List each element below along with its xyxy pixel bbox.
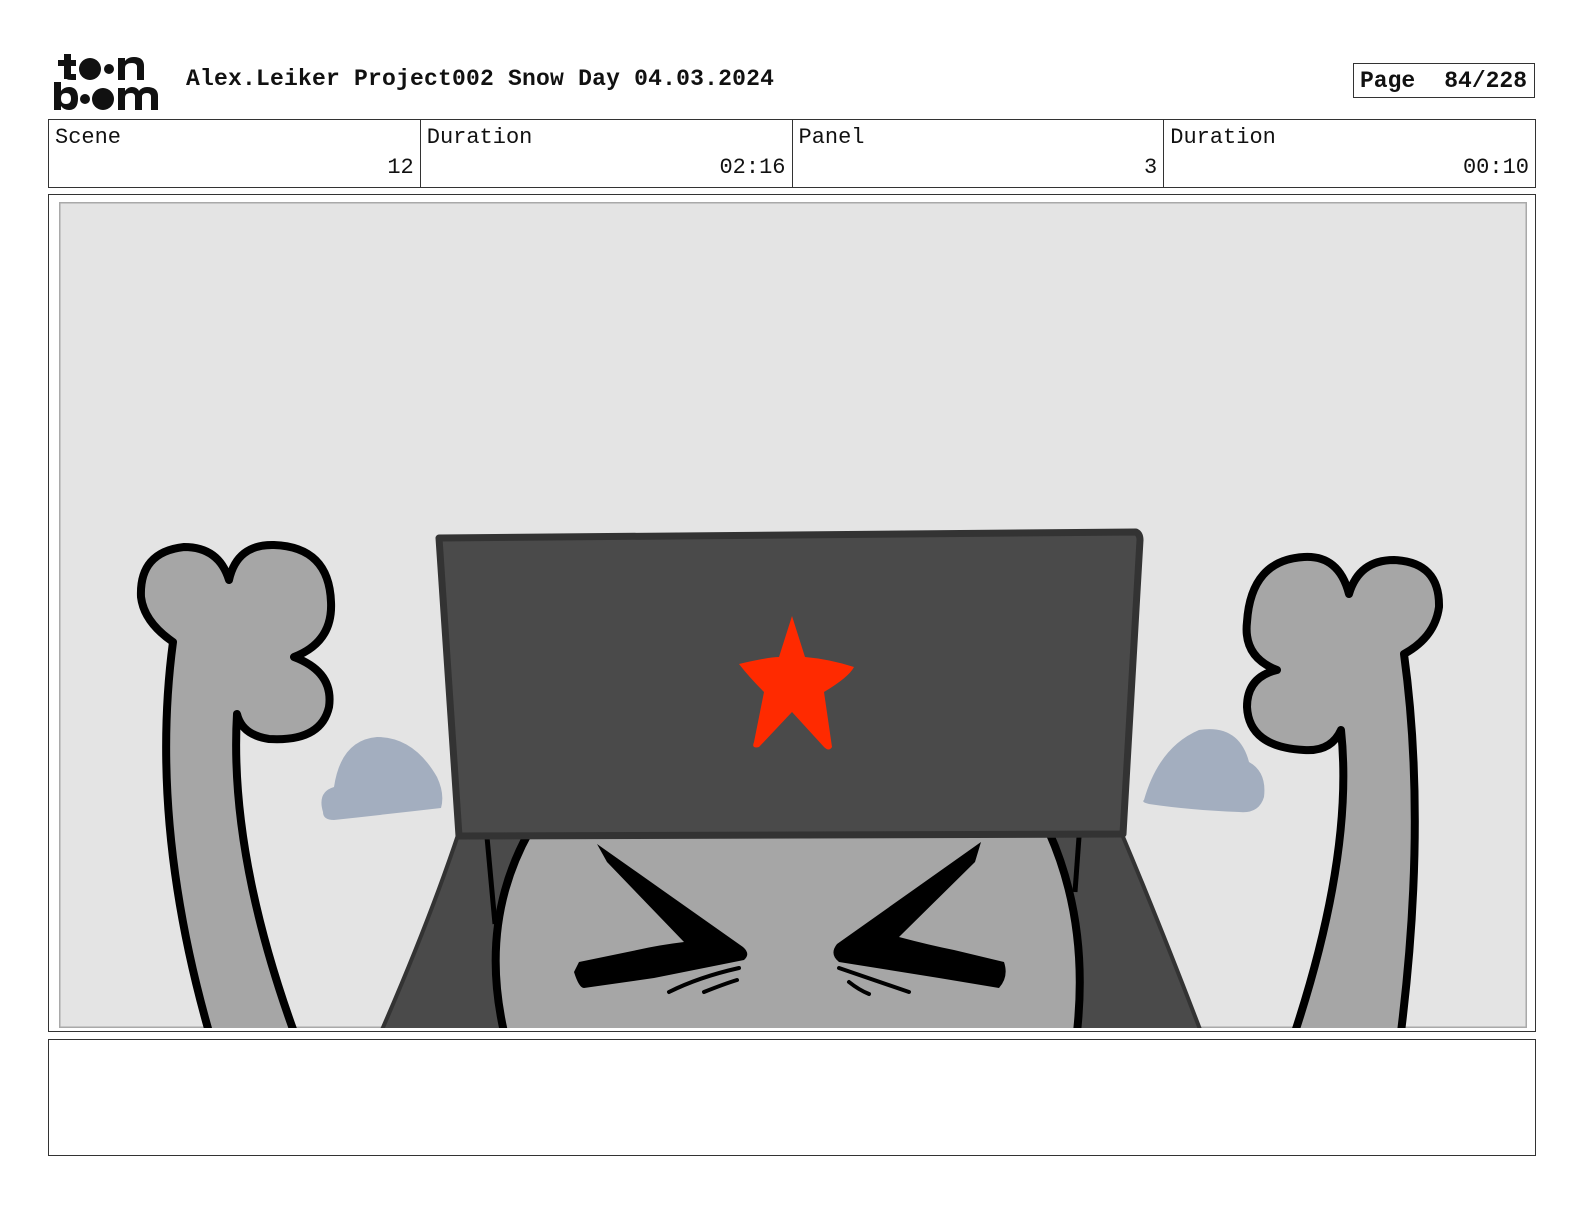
character-face [491, 828, 1084, 1028]
panel-cell: Panel 3 [793, 120, 1165, 187]
scene-number: 12 [387, 155, 414, 180]
page-label: Page [1360, 67, 1416, 94]
panel-label: Panel [798, 125, 865, 150]
scene-duration-value: 02:16 [719, 155, 786, 180]
page-number: 84/228 [1444, 67, 1528, 94]
toon-boom-logo [54, 54, 158, 110]
scene-duration-label: Duration [426, 125, 533, 150]
storyboard-panel-image [59, 202, 1527, 1028]
scene-cell: Scene 12 [49, 120, 421, 187]
panel-number: 3 [1144, 155, 1158, 180]
panel-duration-cell: Duration 00:10 [1164, 120, 1535, 187]
panel-duration-value: 00:10 [1462, 155, 1529, 180]
panel-notes-box[interactable] [48, 1039, 1536, 1156]
scene-duration-cell: Duration 02:16 [421, 120, 793, 187]
project-title: Alex.Leiker Project002 Snow Day 04.03.20… [186, 66, 775, 92]
panel-info-row: Scene 12 Duration 02:16 Panel 3 Duration… [48, 119, 1536, 188]
panel-duration-label: Duration [1170, 125, 1276, 150]
scene-label: Scene [55, 125, 122, 150]
page-indicator: Page 84/228 [1353, 63, 1535, 98]
